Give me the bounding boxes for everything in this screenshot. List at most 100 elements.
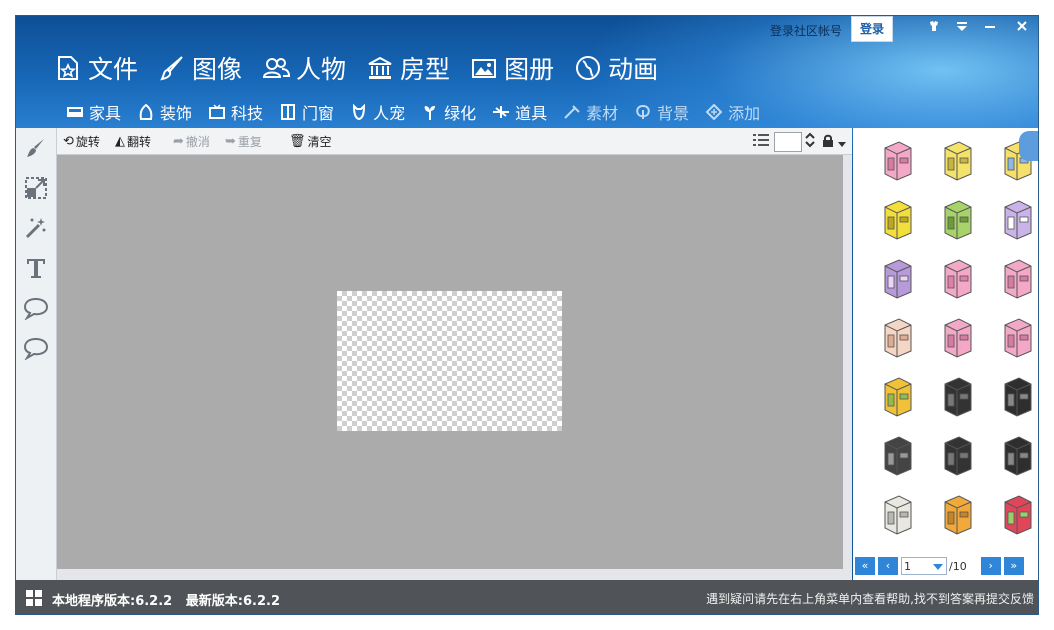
speech-bubble-alt-icon[interactable] (16, 328, 56, 368)
nav-animation[interactable]: 动画 (574, 50, 658, 86)
cat-doors-windows[interactable]: 门窗 (279, 99, 334, 125)
first-page-button[interactable]: « (855, 557, 875, 575)
dropdown-arrow-icon[interactable] (838, 133, 846, 152)
panel-collapse-tab[interactable] (1019, 131, 1038, 161)
cat-add-label: 添加 (728, 104, 761, 123)
people-icon (262, 54, 291, 82)
layer-input[interactable] (774, 132, 802, 152)
cat-add[interactable]: 添加 (705, 99, 760, 125)
prev-page-button[interactable]: ‹ (878, 557, 898, 575)
lock-icon[interactable] (822, 133, 834, 152)
clear-button[interactable]: 🗑 清空 (289, 133, 332, 150)
skin-icon[interactable] (924, 20, 944, 36)
yellow-bookshelf-icon[interactable] (873, 372, 921, 420)
background-icon (634, 103, 652, 121)
cat-tech[interactable]: 科技 (208, 99, 263, 125)
nav-file-label: 文件 (88, 55, 139, 84)
cat-decor[interactable]: 装饰 (137, 99, 192, 125)
brush-tool-icon[interactable] (16, 128, 56, 168)
black-cabinet-icon[interactable] (933, 431, 981, 479)
nav-animation-label: 动画 (608, 55, 659, 84)
pink-red-wardrobe-icon[interactable] (993, 490, 1038, 538)
pink-vanity-icon[interactable] (933, 254, 981, 302)
cat-props[interactable]: 道具 (492, 99, 547, 125)
login-prompt[interactable]: 登录社区帐号 (770, 22, 842, 39)
yellow-drawer-icon[interactable] (873, 195, 921, 243)
page-select[interactable]: 1 (901, 557, 947, 575)
help-text: 遇到疑问请先在右上角菜单内查看帮助,找不到答案再提交反馈 (706, 592, 1034, 606)
black-tv-stand-icon[interactable] (873, 431, 921, 479)
cat-furniture[interactable]: 家具 (66, 99, 121, 125)
pink-stool-icon[interactable] (933, 313, 981, 361)
decor-icon (137, 103, 155, 121)
building-icon (366, 54, 394, 82)
canvas-vertical-scrollbar[interactable] (843, 155, 852, 569)
next-page-button[interactable]: › (980, 557, 1001, 575)
yellow-wardrobe-icon[interactable] (933, 136, 981, 184)
trash-icon: 🗑 (289, 134, 306, 149)
list-icon[interactable] (752, 132, 770, 152)
nav-album[interactable]: 图册 (470, 50, 554, 86)
transparent-stage[interactable] (337, 291, 562, 431)
flip-button[interactable]: ◭ 翻转 (115, 133, 151, 150)
stepper-icon[interactable] (804, 131, 816, 153)
cat-greenery[interactable]: 绿化 (421, 99, 476, 125)
nav-floorplan[interactable]: 房型 (366, 50, 450, 86)
cat-materials[interactable]: 素材 (563, 99, 618, 125)
flip-label: 翻转 (127, 135, 152, 149)
menu-icon[interactable] (952, 20, 972, 36)
last-page-button[interactable]: » (1003, 557, 1024, 575)
flip-icon: ◭ (115, 134, 125, 149)
cat-decor-label: 装饰 (160, 104, 193, 123)
cat-people-pets[interactable]: 人宠 (350, 99, 405, 125)
green-frog-cabinet-icon[interactable] (933, 195, 981, 243)
login-button[interactable]: 登录 (851, 16, 893, 42)
app-window: 登录社区帐号 登录 文件 图像 人物 房型 图册 动画 家具 装饰 科技 门窗 … (15, 15, 1039, 615)
nav-file[interactable]: 文件 (54, 50, 138, 86)
sofa-icon (66, 103, 84, 121)
design-canvas[interactable] (57, 155, 843, 569)
windows-logo-icon[interactable] (26, 590, 42, 606)
black-sideboard-icon[interactable] (993, 431, 1038, 479)
magic-wand-icon[interactable] (16, 208, 56, 248)
page-total: /10 (949, 559, 967, 573)
cat-doors-windows-label: 门窗 (302, 104, 335, 123)
chevron-down-icon (933, 564, 943, 570)
nav-image[interactable]: 图像 (158, 50, 242, 86)
door-icon (279, 103, 297, 121)
redo-button[interactable]: ➥ 重复 (225, 133, 262, 150)
close-icon[interactable] (1012, 20, 1032, 36)
tv-icon (208, 103, 226, 121)
purple-cabinet-icon[interactable] (873, 254, 921, 302)
file-star-icon (54, 54, 82, 82)
speech-bubble-icon[interactable] (16, 288, 56, 328)
rotate-button[interactable]: ⟲ 旋转 (63, 133, 100, 150)
black-dresser-icon[interactable] (933, 372, 981, 420)
white-cabinet-icon[interactable] (873, 490, 921, 538)
black-drawer-icon[interactable] (993, 372, 1038, 420)
resize-tool-icon[interactable] (16, 168, 56, 208)
cat-people-pets-label: 人宠 (373, 104, 406, 123)
edit-toolbar: ⟲ 旋转 ◭ 翻转 ➦ 撤消 ➥ 重复 🗑 清空 (57, 128, 852, 155)
canvas-horizontal-scrollbar[interactable] (57, 569, 852, 580)
pink-wardrobe-icon[interactable] (873, 136, 921, 184)
cat-background[interactable]: 背景 (634, 99, 689, 125)
purple-box-icon[interactable] (993, 195, 1038, 243)
undo-button[interactable]: ➦ 撤消 (173, 133, 210, 150)
minimize-icon[interactable] (980, 20, 1000, 36)
cat-tech-label: 科技 (231, 104, 264, 123)
wood-dresser-icon[interactable] (933, 490, 981, 538)
nav-people[interactable]: 人物 (262, 50, 346, 86)
pager: « ‹ 1 /10 › » (855, 555, 1038, 577)
pink-tall-cabinet-icon[interactable] (993, 313, 1038, 361)
text-tool-icon[interactable] (16, 248, 56, 288)
pink-nightstand-icon[interactable] (993, 254, 1038, 302)
redo-label: 重复 (237, 135, 262, 149)
undo-label: 撤消 (185, 135, 210, 149)
cat-background-label: 背景 (657, 104, 690, 123)
nav-floorplan-label: 房型 (400, 55, 451, 84)
header-bar: 登录社区帐号 登录 文件 图像 人物 房型 图册 动画 家具 装饰 科技 门窗 … (16, 16, 1038, 186)
pet-icon (350, 103, 368, 121)
layer-controls (752, 131, 846, 153)
tall-shelf-icon[interactable] (873, 313, 921, 361)
